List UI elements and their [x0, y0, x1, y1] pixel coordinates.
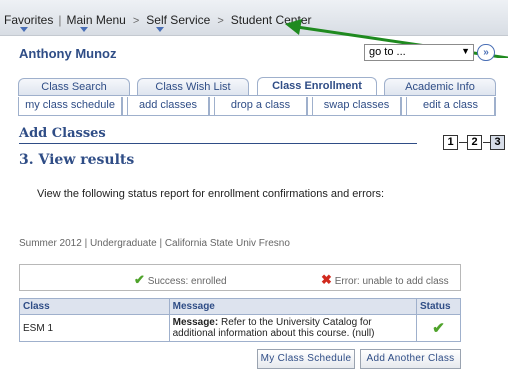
self-service-dropdown-icon[interactable] [156, 27, 164, 32]
legend-success: ✔ Success: enrolled [134, 272, 227, 288]
favorites-dropdown-icon[interactable] [20, 27, 28, 32]
chevron-down-icon: ▼ [461, 46, 470, 56]
subtab-drop-a-class[interactable]: drop a class [214, 97, 308, 115]
separator: | [58, 13, 62, 27]
tab-class-search[interactable]: Class Search [18, 78, 130, 95]
breadcrumb: Favorites | Main Menu > Self Service > Student… [4, 13, 311, 27]
status-legend: ✔ Success: enrolled ✖ Error: unable to a… [19, 264, 461, 291]
message-cell: Message: Refer to the University Catalog… [168, 314, 418, 342]
tab-class-enrollment[interactable]: Class Enrollment [257, 77, 377, 96]
legend-error-label: Error: unable to add class [334, 276, 449, 287]
chevron-right-icon: > [217, 15, 224, 27]
goto-select[interactable]: go to ... ▼ [364, 44, 474, 61]
step-title: 3. View results [19, 152, 135, 168]
subtab-my-class-schedule[interactable]: my class schedule [18, 97, 123, 115]
my-class-schedule-button[interactable]: My Class Schedule [257, 349, 355, 369]
class-cell: ESM 1 [19, 314, 170, 342]
checkmark-icon: ✔ [134, 272, 145, 287]
column-header-status: Status [416, 298, 461, 315]
step-connector [459, 142, 467, 143]
subtab-swap-classes[interactable]: swap classes [312, 97, 402, 115]
favorites-menu[interactable]: Favorites [4, 13, 53, 27]
term-info: Summer 2012 | Undergraduate | California… [19, 238, 290, 249]
subtab-add-classes[interactable]: add classes [127, 97, 210, 115]
tab-class-wish-list[interactable]: Class Wish List [137, 78, 249, 95]
step-connector [483, 142, 490, 143]
error-x-icon: ✖ [321, 272, 332, 287]
tab-divider [18, 95, 496, 96]
main-menu[interactable]: Main Menu [66, 13, 125, 27]
table-row: ESM 1 Message: Refer to the University C… [19, 314, 461, 342]
add-another-class-button[interactable]: Add Another Class [360, 349, 461, 369]
column-header-class: Class [19, 298, 170, 315]
title-rule [19, 143, 417, 144]
step-indicator-3: 3 [490, 135, 505, 150]
results-table: Class Message Status ESM 1 Message: Refe… [19, 298, 461, 342]
tab-academic-info[interactable]: Academic Info [384, 78, 496, 95]
column-header-message: Message [168, 298, 418, 315]
table-header-row: Class Message Status [19, 298, 461, 315]
subtab-edit-a-class[interactable]: edit a class [406, 97, 496, 115]
instructions-text: View the following status report for enr… [37, 188, 385, 200]
success-checkmark-icon: ✔ [432, 320, 445, 337]
status-cell: ✔ [416, 314, 461, 342]
step-indicator-2: 2 [467, 135, 482, 150]
goto-select-value: go to ... [369, 46, 406, 58]
main-menu-dropdown-icon[interactable] [80, 27, 88, 32]
subtab-divider [18, 115, 496, 116]
chevron-right-icon: > [132, 15, 140, 27]
legend-error: ✖ Error: unable to add class [321, 272, 449, 288]
self-service-link[interactable]: Self Service [146, 13, 210, 27]
legend-success-label: Success: enrolled [147, 276, 227, 287]
message-label: Message: [172, 317, 219, 328]
step-indicator-1: 1 [443, 135, 458, 150]
goto-button[interactable]: » [477, 44, 495, 61]
page-title: Add Classes [19, 126, 106, 141]
student-name: Anthony Munoz [19, 46, 117, 61]
